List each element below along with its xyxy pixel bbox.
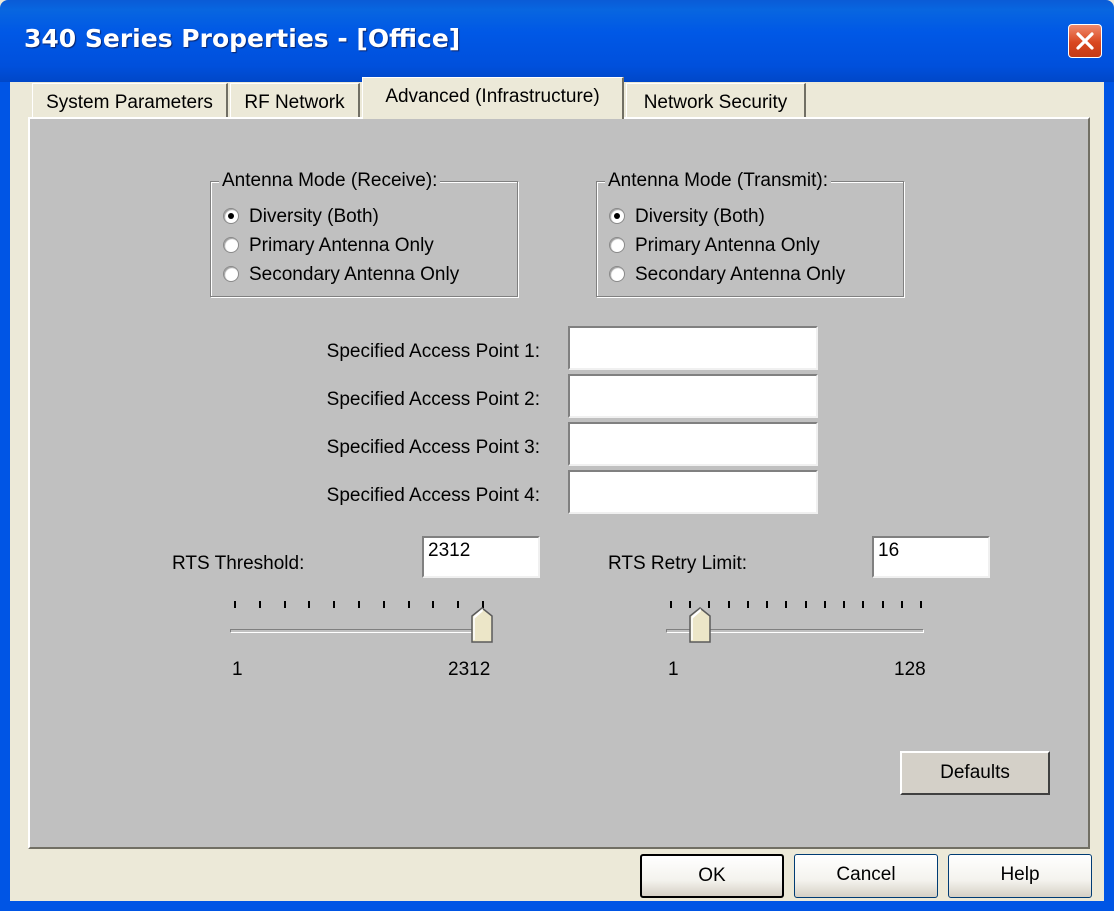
slider-tick	[382, 601, 385, 608]
slider-tick	[881, 601, 884, 608]
rts-retry-input[interactable]: 16	[872, 536, 990, 578]
slider-tick	[804, 601, 807, 608]
ok-label: OK	[698, 865, 726, 886]
rts-threshold-input[interactable]: 2312	[422, 536, 540, 578]
tab-label: System Parameters	[46, 92, 213, 113]
help-label: Help	[1000, 864, 1040, 885]
cancel-button[interactable]: Cancel	[794, 854, 938, 898]
tab-rf-network[interactable]: RF Network	[230, 83, 360, 119]
access-point-3-input[interactable]	[568, 422, 818, 466]
window-frame-right	[1104, 82, 1114, 911]
slider-tick	[308, 601, 311, 608]
access-point-4-label: Specified Access Point 4:	[326, 485, 540, 506]
slider-tick	[823, 601, 826, 608]
radio-label: Diversity (Both)	[249, 206, 379, 227]
access-point-1-input[interactable]	[568, 326, 818, 370]
slider-tick	[234, 601, 236, 608]
radio-label: Primary Antenna Only	[249, 235, 434, 256]
tab-system-parameters[interactable]: System Parameters	[32, 83, 228, 119]
slider-tick	[358, 601, 360, 608]
radio-label: Secondary Antenna Only	[635, 264, 846, 285]
rts-threshold-slider[interactable]	[230, 597, 493, 647]
tab-network-security[interactable]: Network Security	[626, 83, 806, 119]
defaults-label: Defaults	[940, 762, 1010, 783]
slider-tick	[258, 601, 261, 608]
rts-retry-label: RTS Retry Limit:	[608, 553, 748, 574]
slider-tick	[785, 601, 788, 608]
help-button[interactable]: Help	[948, 854, 1092, 898]
close-button[interactable]	[1068, 24, 1102, 58]
slider-tick	[457, 601, 460, 608]
radio-button[interactable]	[223, 266, 239, 282]
radio-button[interactable]	[609, 266, 625, 282]
access-point-2-input[interactable]	[568, 374, 818, 418]
access-point-1-label: Specified Access Point 1:	[326, 341, 540, 362]
window-frame-left	[0, 82, 10, 911]
access-point-4-input[interactable]	[568, 470, 818, 514]
radio-label: Secondary Antenna Only	[249, 264, 460, 285]
slider-tick	[407, 601, 410, 608]
tab-label: Advanced (Infrastructure)	[385, 86, 600, 107]
access-point-3-label: Specified Access Point 3:	[326, 437, 540, 458]
slider-tick	[920, 601, 922, 608]
slider-tick	[727, 601, 730, 608]
tab-label: Network Security	[643, 92, 788, 113]
rts-retry-slider[interactable]	[666, 597, 924, 647]
rts-threshold-min-label: 1	[232, 659, 243, 680]
radio-button[interactable]	[609, 237, 625, 253]
slider-tick	[333, 601, 336, 608]
slider-tick	[843, 601, 846, 608]
antenna-transmit-group: Antenna Mode (Transmit): Diversity (Both…	[596, 170, 904, 297]
radio-button[interactable]	[223, 208, 239, 224]
antenna-receive-title: Antenna Mode (Receive):	[219, 170, 441, 192]
slider-track	[230, 629, 486, 633]
tab-label: RF Network	[244, 92, 345, 113]
window-title: 340 Series Properties - [Office]	[24, 24, 461, 53]
radio-label: Diversity (Both)	[635, 206, 765, 227]
rts-retry-min-label: 1	[668, 659, 679, 680]
slider-thumb[interactable]	[471, 607, 493, 643]
tab-panel-advanced: Antenna Mode (Receive): Diversity (Both)…	[28, 117, 1090, 849]
slider-tick	[900, 601, 903, 608]
tab-advanced-infrastructure[interactable]: Advanced (Infrastructure)	[362, 77, 624, 119]
slider-tick	[862, 601, 865, 608]
slider-tick	[766, 601, 769, 608]
slider-tick	[746, 601, 749, 608]
radio-label: Primary Antenna Only	[635, 235, 820, 256]
radio-button[interactable]	[223, 237, 239, 253]
access-point-2-label: Specified Access Point 2:	[326, 389, 540, 410]
rts-threshold-label: RTS Threshold:	[172, 553, 305, 574]
ok-button[interactable]: OK	[640, 854, 784, 898]
window-frame-bottom	[0, 901, 1114, 911]
radio-button[interactable]	[609, 208, 625, 224]
title-bar[interactable]: 340 Series Properties - [Office]	[0, 0, 1114, 82]
rts-retry-max-label: 128	[894, 659, 926, 680]
close-icon	[1076, 32, 1094, 50]
slider-thumb[interactable]	[688, 607, 711, 643]
cancel-label: Cancel	[836, 864, 896, 885]
antenna-transmit-title: Antenna Mode (Transmit):	[605, 170, 831, 192]
rts-threshold-max-label: 2312	[448, 659, 491, 680]
slider-tick	[670, 601, 672, 608]
defaults-button[interactable]: Defaults	[900, 751, 1050, 795]
slider-tick	[283, 601, 286, 608]
antenna-receive-group: Antenna Mode (Receive): Diversity (Both)…	[210, 170, 518, 297]
slider-tick	[432, 601, 435, 608]
